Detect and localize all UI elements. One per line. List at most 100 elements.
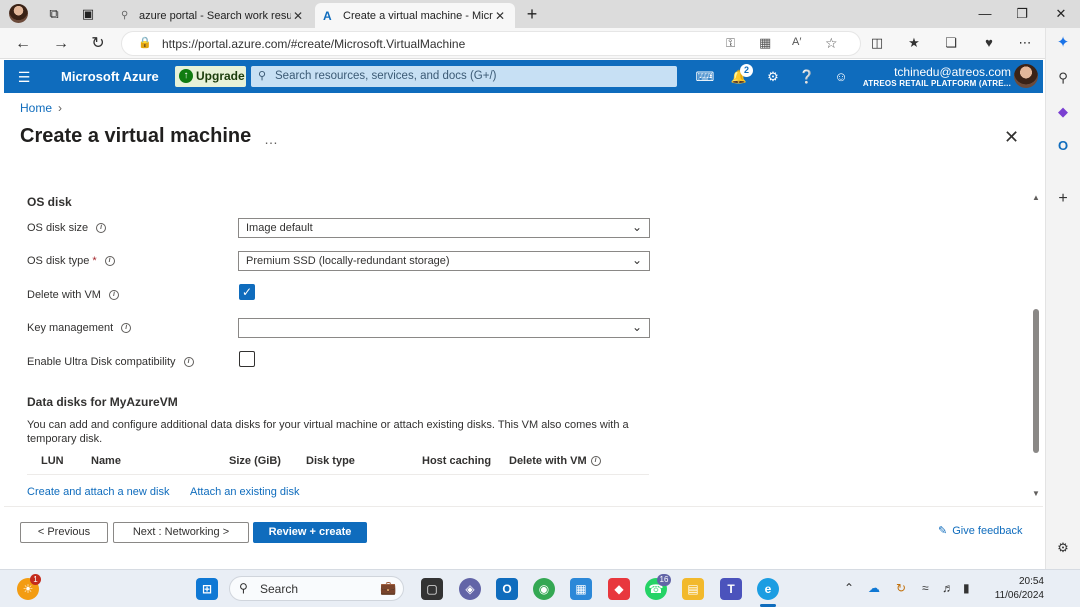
previous-button[interactable]: < Previous	[20, 522, 108, 543]
sync-icon[interactable]: ↻	[896, 581, 906, 595]
new-tab-icon[interactable]: +	[522, 4, 542, 24]
feedback-icon[interactable]: ☺	[831, 67, 851, 87]
tab-search[interactable]: ⚲ azure portal - Search work result ✕	[113, 3, 313, 28]
clock-time: 20:54	[1018, 576, 1044, 587]
scroll-thumb[interactable]	[1033, 309, 1039, 453]
info-icon[interactable]: i	[590, 456, 601, 466]
settings-gear-icon[interactable]: ⚙	[763, 67, 783, 87]
account-info[interactable]: tchinedu@atreos.com ATREOS RETAIL PLATFO…	[863, 65, 1011, 88]
azure-brand[interactable]: Microsoft Azure	[61, 69, 159, 84]
tab-create-vm[interactable]: A Create a virtual machine - Micro ✕	[315, 3, 515, 28]
apps-icon[interactable]: ▦	[759, 35, 771, 51]
address-bar-row: ← → ↻ 🔒 https://portal.azure.com/#create…	[0, 28, 1080, 59]
workspaces-icon[interactable]: ⧉	[44, 4, 64, 24]
info-icon[interactable]: i	[96, 223, 107, 233]
create-attach-disk-link[interactable]: Create and attach a new disk	[27, 486, 169, 498]
main-content: Home › Create a virtual machine … ✕ OS di…	[4, 93, 1043, 569]
vertical-scrollbar[interactable]: ▲ ▼	[1030, 193, 1042, 501]
onedrive-icon[interactable]: ☁	[868, 581, 880, 595]
dropdown-value: Premium SSD (locally-redundant storage)	[246, 255, 450, 267]
collections-icon[interactable]: ❏	[942, 34, 960, 52]
forward-icon[interactable]: →	[50, 33, 72, 55]
wifi-icon[interactable]: ≈	[922, 581, 929, 595]
chevron-down-icon: ⌄	[631, 253, 642, 267]
system-clock[interactable]: 20:54 11/06/2024	[990, 575, 1044, 603]
windows-start-icon[interactable]: ⊞	[196, 578, 218, 600]
chevron-down-icon: ⌄	[631, 320, 642, 334]
settings-more-icon[interactable]: ⋯	[1016, 34, 1034, 52]
azure-header: ☰ Microsoft Azure ↑ Upgrade ⚲ Search res…	[4, 60, 1043, 93]
attach-existing-disk-link[interactable]: Attach an existing disk	[190, 486, 299, 498]
breadcrumb-home[interactable]: Home	[20, 101, 52, 115]
chrome-icon[interactable]: ◉	[533, 578, 555, 600]
os-disk-size-dropdown[interactable]: Image default ⌄	[238, 218, 650, 238]
file-explorer-icon[interactable]: ▤	[682, 578, 704, 600]
favorites-icon[interactable]: ★	[905, 34, 923, 52]
anydesk-icon[interactable]: ◆	[608, 578, 630, 600]
back-icon[interactable]: ←	[12, 33, 34, 55]
volume-icon[interactable]: ♬	[942, 581, 954, 595]
teams-chat-icon[interactable]: ◈	[459, 578, 481, 600]
outlook-icon[interactable]: O	[1054, 137, 1072, 155]
cloud-shell-icon[interactable]: ⌨	[695, 67, 715, 87]
edge-icon[interactable]: e	[757, 578, 779, 600]
refresh-icon[interactable]: ↻	[87, 33, 109, 55]
taskbar-search[interactable]: ⚲ Search 💼	[229, 576, 404, 601]
search-icon: ⚲	[239, 581, 248, 595]
read-aloud-icon[interactable]: A′	[792, 36, 801, 48]
close-blade-icon[interactable]: ✕	[1004, 127, 1019, 148]
battery-icon[interactable]: ▮	[963, 581, 970, 595]
more-options-icon[interactable]: …	[264, 131, 278, 147]
maximize-icon[interactable]: ❐	[1012, 4, 1032, 24]
store-icon[interactable]: ▦	[570, 578, 592, 600]
next-networking-button[interactable]: Next : Networking >	[113, 522, 249, 543]
delete-with-vm-checkbox[interactable]: ✓	[239, 284, 255, 300]
split-screen-icon[interactable]: ◫	[868, 34, 886, 52]
help-icon[interactable]: ❔	[797, 67, 817, 87]
search-icon[interactable]: ⚲	[1054, 69, 1072, 87]
os-disk-type-dropdown[interactable]: Premium SSD (locally-redundant storage) …	[238, 251, 650, 271]
info-icon[interactable]: i	[121, 323, 132, 333]
info-icon[interactable]: i	[183, 357, 194, 367]
info-icon[interactable]: i	[108, 290, 119, 300]
minimize-icon[interactable]: —	[975, 4, 995, 24]
show-hidden-icons-icon[interactable]: ⌃	[844, 581, 854, 595]
portal-menu-icon[interactable]: ☰	[14, 67, 34, 87]
account-avatar[interactable]	[1014, 64, 1038, 88]
ultra-disk-checkbox[interactable]	[239, 351, 255, 367]
key-icon[interactable]: ⚿	[726, 36, 735, 51]
browser-essentials-icon[interactable]: ♥	[980, 34, 998, 52]
close-tab-icon[interactable]: ✕	[493, 9, 507, 23]
label-text: Key management	[27, 322, 114, 334]
chevron-down-icon: ⌄	[631, 220, 642, 234]
give-feedback-link[interactable]: ✎ Give feedback	[938, 524, 1023, 537]
scroll-up-icon[interactable]: ▲	[1032, 193, 1040, 202]
footer-actions: < Previous Next : Networking > Review + …	[4, 506, 1043, 569]
url-field[interactable]: 🔒 https://portal.azure.com/#create/Micro…	[121, 31, 861, 56]
copilot-icon[interactable]: ✦	[1054, 34, 1072, 52]
close-tab-icon[interactable]: ✕	[291, 9, 305, 23]
feedback-person-icon: ✎	[938, 525, 948, 537]
sidebar-settings-icon[interactable]: ⚙	[1054, 539, 1072, 557]
azure-search-input[interactable]: ⚲ Search resources, services, and docs (…	[251, 66, 677, 87]
upgrade-arrow-icon: ↑	[179, 69, 193, 83]
review-create-button[interactable]: Review + create	[253, 522, 367, 543]
favorite-star-icon[interactable]: ☆	[825, 35, 838, 52]
key-management-dropdown[interactable]: ⌄	[238, 318, 650, 338]
outlook-icon[interactable]: O	[496, 578, 518, 600]
upgrade-button[interactable]: ↑ Upgrade	[175, 66, 246, 87]
add-sidebar-app-icon[interactable]: +	[1054, 190, 1072, 208]
task-view-icon[interactable]: ▢	[421, 578, 443, 600]
scroll-down-icon[interactable]: ▼	[1032, 489, 1040, 498]
account-org: ATREOS RETAIL PLATFORM (ATRE...	[862, 79, 1011, 88]
ultra-disk-label: Enable Ultra Disk compatibility i	[27, 356, 194, 368]
close-window-icon[interactable]: ✕	[1051, 4, 1071, 24]
games-icon[interactable]: ◆	[1054, 103, 1072, 121]
info-icon[interactable]: i	[104, 256, 115, 266]
profile-avatar-icon[interactable]	[9, 4, 28, 23]
tab-actions-icon[interactable]: ▣	[78, 4, 98, 24]
feedback-label: Give feedback	[952, 525, 1023, 537]
weather-badge: 1	[30, 574, 41, 585]
search-placeholder: Search resources, services, and docs (G+…	[275, 70, 497, 82]
teams-icon[interactable]: T	[720, 578, 742, 600]
